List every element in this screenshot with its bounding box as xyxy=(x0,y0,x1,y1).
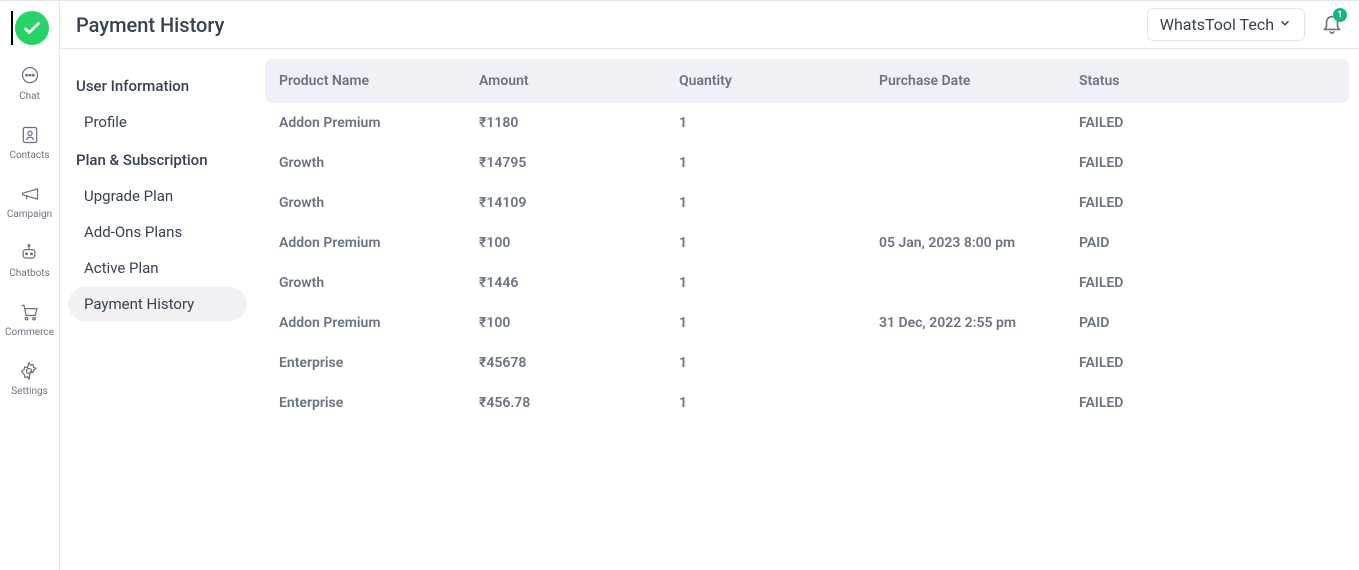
col-header-quantity: Quantity xyxy=(679,73,879,89)
sidebar-item-upgrade-plan[interactable]: Upgrade Plan xyxy=(68,179,247,213)
rail-label: Campaign xyxy=(7,209,52,220)
rail-item-campaign[interactable]: Campaign xyxy=(7,183,52,220)
rail-label: Contacts xyxy=(9,150,49,161)
cell-product: Addon Premium xyxy=(279,315,479,331)
sidebar-heading-plan: Plan & Subscription xyxy=(68,143,247,177)
cell-date xyxy=(879,195,1079,211)
cell-amount: ₹100 xyxy=(479,315,679,331)
cell-date xyxy=(879,155,1079,171)
rail-label: Settings xyxy=(11,386,48,397)
cell-quantity: 1 xyxy=(679,115,879,131)
sidebar-item-profile[interactable]: Profile xyxy=(68,105,247,139)
rail-label: Chatbots xyxy=(9,268,49,279)
cell-amount: ₹14109 xyxy=(479,195,679,211)
cell-status: FAILED xyxy=(1079,115,1335,131)
cell-product: Growth xyxy=(279,155,479,171)
rail-label: Commerce xyxy=(5,327,54,338)
chat-icon xyxy=(19,65,41,87)
cell-product: Addon Premium xyxy=(279,115,479,131)
cell-amount: ₹456.78 xyxy=(479,395,679,411)
rail-label: Chat xyxy=(19,91,40,102)
sidebar: User Information Profile Plan & Subscrip… xyxy=(60,49,255,570)
sidebar-heading-user-info: User Information xyxy=(68,69,247,103)
payment-history-table: Product Name Amount Quantity Purchase Da… xyxy=(255,49,1359,570)
logo-container xyxy=(11,11,49,45)
settings-icon xyxy=(18,360,40,382)
page-title: Payment History xyxy=(76,13,224,37)
sidebar-item-add-ons-plans[interactable]: Add-Ons Plans xyxy=(68,215,247,249)
cell-amount: ₹100 xyxy=(479,235,679,251)
cell-date xyxy=(879,355,1079,371)
rail-item-chat[interactable]: Chat xyxy=(19,65,41,102)
cell-product: Addon Premium xyxy=(279,235,479,251)
topbar: Payment History WhatsTool Tech 1 xyxy=(60,1,1359,49)
col-header-date: Purchase Date xyxy=(879,73,1079,89)
cell-product: Growth xyxy=(279,195,479,211)
cell-amount: ₹45678 xyxy=(479,355,679,371)
table-row: Growth₹14461 FAILED xyxy=(265,263,1349,303)
chatbots-icon xyxy=(18,242,40,264)
cell-amount: ₹1446 xyxy=(479,275,679,291)
cell-quantity: 1 xyxy=(679,355,879,371)
table-row: Enterprise₹456781 FAILED xyxy=(265,343,1349,383)
rail-item-commerce[interactable]: Commerce xyxy=(5,301,54,338)
table-row: Addon Premium₹100131 Dec, 2022 2:55 pmPA… xyxy=(265,303,1349,343)
workspace-selector[interactable]: WhatsTool Tech xyxy=(1147,8,1305,41)
table-row: Addon Premium₹11801 FAILED xyxy=(265,103,1349,143)
contacts-icon xyxy=(19,124,41,146)
rail-item-chatbots[interactable]: Chatbots xyxy=(9,242,49,279)
cell-amount: ₹14795 xyxy=(479,155,679,171)
cell-status: FAILED xyxy=(1079,395,1335,411)
cell-quantity: 1 xyxy=(679,195,879,211)
chevron-down-icon xyxy=(1278,15,1292,34)
cell-status: PAID xyxy=(1079,235,1335,251)
commerce-icon xyxy=(18,301,40,323)
navigation-rail: Chat Contacts Campaign xyxy=(0,1,60,570)
table-header: Product Name Amount Quantity Purchase Da… xyxy=(265,59,1349,103)
table-row: Growth₹141091 FAILED xyxy=(265,183,1349,223)
cell-product: Enterprise xyxy=(279,355,479,371)
cell-quantity: 1 xyxy=(679,315,879,331)
cell-status: FAILED xyxy=(1079,355,1335,371)
cell-status: PAID xyxy=(1079,315,1335,331)
cell-date xyxy=(879,115,1079,131)
sidebar-item-active-plan[interactable]: Active Plan xyxy=(68,251,247,285)
table-row: Enterprise₹456.781 FAILED xyxy=(265,383,1349,423)
cell-product: Enterprise xyxy=(279,395,479,411)
cell-status: FAILED xyxy=(1079,195,1335,211)
campaign-icon xyxy=(19,183,41,205)
cell-quantity: 1 xyxy=(679,155,879,171)
sidebar-item-payment-history[interactable]: Payment History xyxy=(68,287,247,321)
cell-quantity: 1 xyxy=(679,235,879,251)
col-header-status: Status xyxy=(1079,73,1335,89)
col-header-amount: Amount xyxy=(479,73,679,89)
rail-item-contacts[interactable]: Contacts xyxy=(9,124,49,161)
cell-quantity: 1 xyxy=(679,395,879,411)
cell-date xyxy=(879,395,1079,411)
table-row: Addon Premium₹100105 Jan, 2023 8:00 pmPA… xyxy=(265,223,1349,263)
cell-date: 05 Jan, 2023 8:00 pm xyxy=(879,235,1079,251)
cell-date: 31 Dec, 2022 2:55 pm xyxy=(879,315,1079,331)
cell-date xyxy=(879,275,1079,291)
cell-quantity: 1 xyxy=(679,275,879,291)
cell-amount: ₹1180 xyxy=(479,115,679,131)
cell-product: Growth xyxy=(279,275,479,291)
col-header-product: Product Name xyxy=(279,73,479,89)
cell-status: FAILED xyxy=(1079,275,1335,291)
table-row: Growth₹147951 FAILED xyxy=(265,143,1349,183)
cell-status: FAILED xyxy=(1079,155,1335,171)
notification-badge: 1 xyxy=(1333,8,1347,22)
workspace-label: WhatsTool Tech xyxy=(1160,15,1274,34)
notification-button[interactable]: 1 xyxy=(1321,12,1343,38)
app-logo[interactable] xyxy=(15,11,49,45)
rail-item-settings[interactable]: Settings xyxy=(11,360,48,397)
